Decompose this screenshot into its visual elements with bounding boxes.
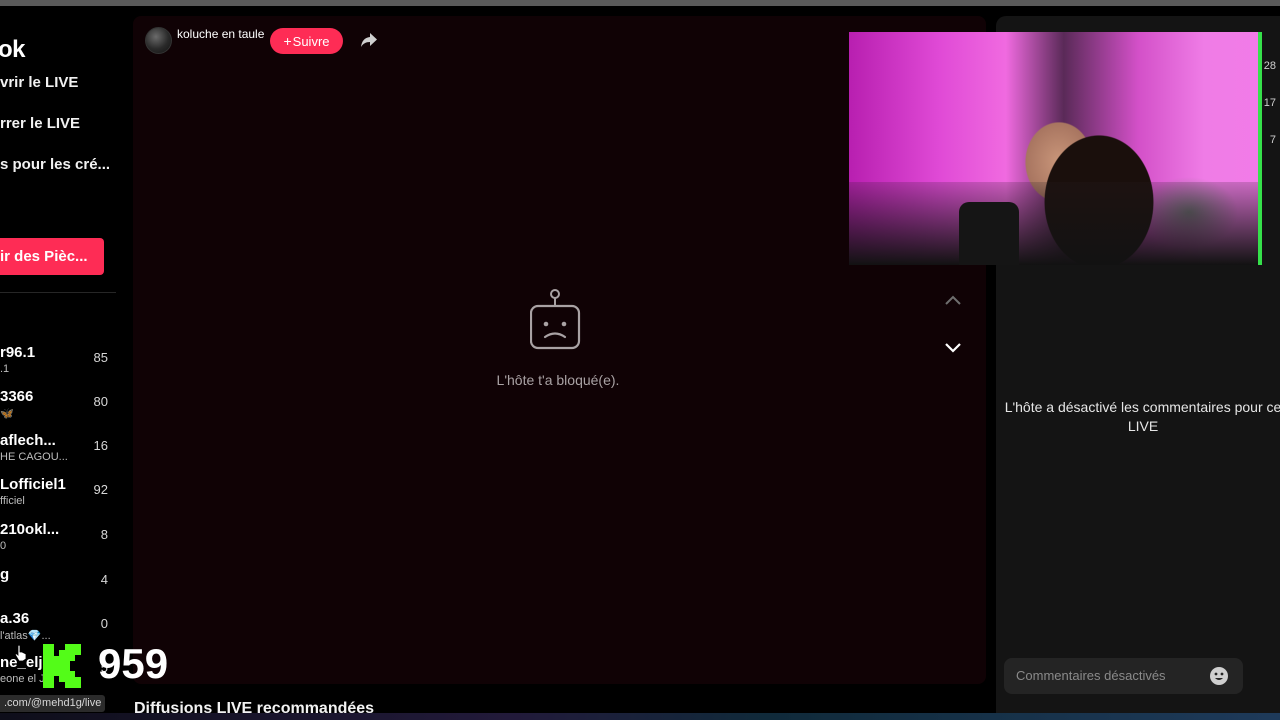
emoji-icon[interactable]: [1209, 666, 1229, 686]
user-name: 210okl...: [0, 521, 60, 538]
user-name: r96.1: [0, 344, 36, 361]
plus-icon: +: [283, 33, 292, 49]
list-item[interactable]: 210okl... 0 8: [0, 521, 118, 561]
user-name: a.36: [0, 610, 30, 627]
next-live-button[interactable]: [941, 336, 965, 360]
user-subtitle: HE CAGOU...: [0, 451, 68, 463]
kick-viewer-count: 959: [98, 640, 169, 687]
sidebar: ok vrir le LIVE rrer le LIVE s pour les …: [0, 6, 128, 720]
user-subtitle: 🦋: [0, 408, 14, 420]
bottom-strip: [0, 713, 1280, 720]
share-icon[interactable]: [360, 32, 378, 48]
link-url-tooltip: .com/@mehd1g/live: [0, 695, 106, 712]
list-item[interactable]: g 4: [0, 566, 118, 606]
sidebar-link-open-live[interactable]: vrir le LIVE: [0, 74, 78, 91]
user-name: g: [0, 566, 10, 583]
blocked-state: L'hôte t'a bloqué(e).: [473, 288, 643, 388]
list-item[interactable]: Lofficiel1 fficiel 92: [0, 476, 118, 516]
sad-robot-icon: [530, 289, 581, 350]
webcam-overlay: [849, 32, 1262, 265]
viewer-count: 4: [100, 572, 108, 587]
rank-value: 28: [1263, 60, 1276, 72]
microphone-shape: [959, 202, 1019, 265]
viewer-count: 92: [93, 482, 108, 497]
follow-button[interactable]: + Suivre: [270, 28, 343, 54]
user-name: Lofficiel1: [0, 476, 66, 493]
follow-label: Suivre: [292, 33, 330, 49]
list-item[interactable]: r96.1 .1 85: [0, 344, 118, 384]
host-name[interactable]: koluche en taule: [177, 27, 264, 41]
user-subtitle: .1: [0, 363, 10, 375]
viewer-count: 85: [93, 350, 108, 365]
comments-disabled-message: L'hôte a désactivé les commentaires pour…: [1004, 399, 1280, 434]
list-item[interactable]: 3366 🦋 80: [0, 388, 118, 428]
brand-logo[interactable]: ok: [0, 36, 26, 64]
kick-logo-icon: [43, 644, 81, 688]
previous-live-button[interactable]: [941, 288, 965, 312]
user-name: aflech...: [0, 432, 56, 449]
chevron-up-icon: [945, 295, 961, 305]
viewer-count: 0: [100, 616, 108, 631]
blocked-message: L'hôte t'a bloqué(e).: [496, 372, 620, 388]
get-coins-button[interactable]: ir des Pièc...: [0, 238, 104, 275]
viewer-count: 8: [100, 527, 108, 542]
viewer-count: 16: [93, 438, 108, 453]
comment-placeholder: Commentaires désactivés: [1016, 668, 1166, 683]
viewer-count: 80: [93, 394, 108, 409]
user-subtitle: fficiel: [0, 495, 25, 507]
webcam-scene: [849, 182, 1262, 265]
list-item[interactable]: aflech... HE CAGOU... 16: [0, 432, 118, 472]
user-name: 3366: [0, 388, 34, 405]
cursor-icon: [14, 644, 27, 662]
rank-value: 7: [1269, 134, 1276, 146]
comment-input[interactable]: Commentaires désactivés: [1004, 658, 1243, 694]
rank-value: 17: [1263, 97, 1276, 109]
user-subtitle: l'atlas💎...: [0, 630, 51, 642]
chevron-down-icon: [945, 343, 961, 353]
host-avatar[interactable]: [145, 27, 172, 54]
user-subtitle: 0: [0, 540, 7, 552]
webcam-border: [1258, 32, 1262, 265]
user-subtitle: eone el J: [0, 673, 45, 685]
sidebar-divider: [0, 292, 116, 293]
window-top-bar: [0, 0, 1280, 6]
sidebar-link-start-live[interactable]: rrer le LIVE: [0, 115, 80, 132]
sidebar-link-creators[interactable]: s pour les cré...: [0, 156, 110, 173]
